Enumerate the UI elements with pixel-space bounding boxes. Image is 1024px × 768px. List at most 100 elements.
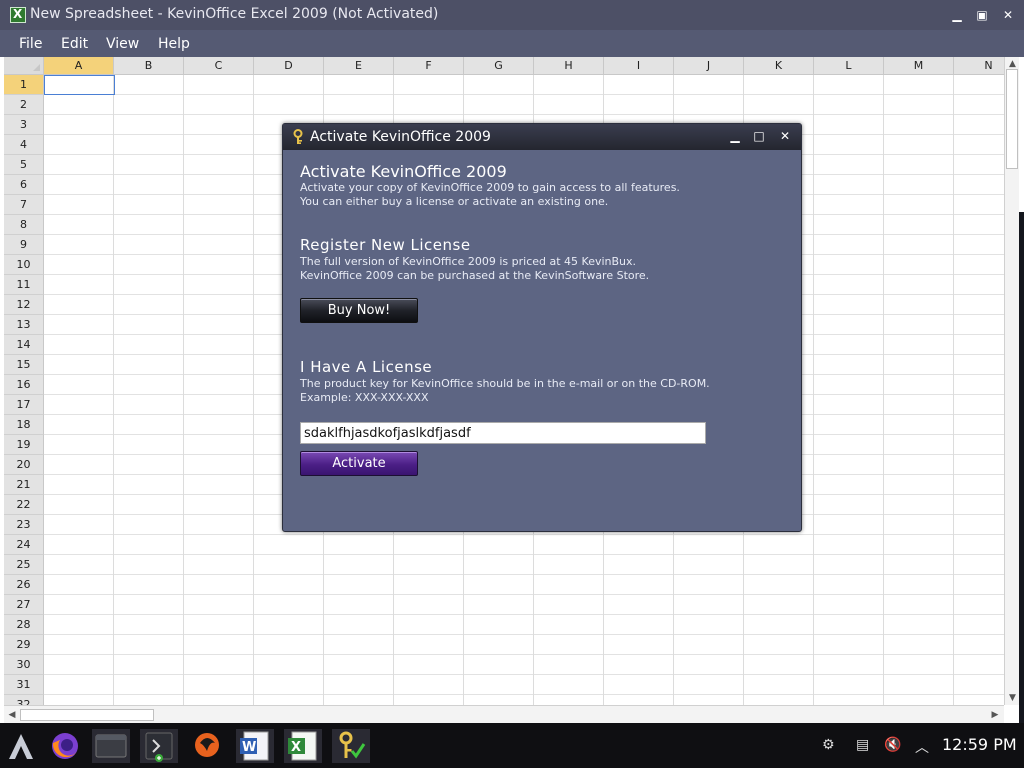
key-icon [293, 129, 303, 144]
row-header[interactable]: 4 [4, 135, 44, 155]
scroll-right-icon[interactable]: ▶ [988, 707, 1002, 723]
row-header[interactable]: 5 [4, 155, 44, 175]
column-header[interactable]: N [954, 57, 1004, 75]
taskbar: W X ⚙ ▤ 🔇 ︿ 12:59 PM [0, 723, 1024, 768]
dialog-maximize-button[interactable]: □ [751, 128, 767, 144]
column-header[interactable]: F [394, 57, 464, 75]
row-header[interactable]: 18 [4, 415, 44, 435]
svg-text:W: W [242, 740, 256, 755]
intro-line-2: You can either buy a license or activate… [300, 195, 609, 208]
column-header[interactable]: K [744, 57, 814, 75]
row-header[interactable]: 16 [4, 375, 44, 395]
row-header[interactable]: 14 [4, 335, 44, 355]
column-header[interactable]: G [464, 57, 534, 75]
row-header[interactable]: 6 [4, 175, 44, 195]
vertical-scrollbar[interactable]: ▲ ▼ [1004, 57, 1020, 705]
excel-icon[interactable]: X [284, 729, 322, 763]
clock[interactable]: 12:59 PM [942, 735, 1017, 754]
app-launcher-icon[interactable] [2, 729, 40, 763]
minimize-button[interactable]: ▁ [948, 6, 966, 24]
window-titlebar: New Spreadsheet - KevinOffice Excel 2009… [0, 0, 1024, 30]
file-manager-icon[interactable] [92, 729, 130, 763]
row-header[interactable]: 22 [4, 495, 44, 515]
column-header[interactable]: C [184, 57, 254, 75]
volume-muted-icon[interactable]: 🔇 [884, 737, 901, 753]
dialog-heading: Activate KevinOffice 2009 [300, 162, 507, 181]
menu-view[interactable]: View [106, 36, 139, 52]
row-header[interactable]: 12 [4, 295, 44, 315]
row-header[interactable]: 25 [4, 555, 44, 575]
row-header[interactable]: 7 [4, 195, 44, 215]
vertical-scroll-thumb[interactable] [1006, 69, 1018, 169]
scroll-left-icon[interactable]: ◀ [5, 707, 19, 723]
register-line-2: KevinOffice 2009 can be purchased at the… [300, 269, 650, 282]
close-button[interactable]: ✕ [999, 6, 1017, 24]
word-icon[interactable]: W [236, 729, 274, 763]
bird-app-icon[interactable] [188, 729, 226, 763]
register-heading: Register New License [300, 236, 471, 254]
row-header[interactable]: 3 [4, 115, 44, 135]
row-header[interactable]: 9 [4, 235, 44, 255]
active-cell-a1[interactable] [44, 75, 115, 95]
tray-expand-icon[interactable]: ︿ [915, 737, 929, 757]
row-header[interactable]: 8 [4, 215, 44, 235]
row-header[interactable]: 23 [4, 515, 44, 535]
column-header[interactable]: D [254, 57, 324, 75]
row-header[interactable]: 26 [4, 575, 44, 595]
column-header[interactable]: H [534, 57, 604, 75]
row-header[interactable]: 31 [4, 675, 44, 695]
maximize-button[interactable]: ▣ [973, 6, 991, 24]
dialog-close-button[interactable]: ✕ [777, 128, 793, 144]
horizontal-scroll-thumb[interactable] [20, 709, 154, 721]
row-header[interactable]: 32 [4, 695, 44, 705]
row-header[interactable]: 19 [4, 435, 44, 455]
row-header[interactable]: 1 [4, 75, 44, 95]
firefox-icon[interactable] [46, 729, 84, 763]
dialog-minimize-button[interactable]: ▁ [727, 128, 743, 144]
column-header[interactable]: A [44, 57, 114, 75]
select-all-corner[interactable] [4, 57, 44, 75]
buy-now-button[interactable]: Buy Now! [300, 298, 418, 323]
row-header[interactable]: 29 [4, 635, 44, 655]
license-line-1: The product key for KevinOffice should b… [300, 377, 710, 390]
row-header[interactable]: 17 [4, 395, 44, 415]
row-header[interactable]: 20 [4, 455, 44, 475]
column-header[interactable]: I [604, 57, 674, 75]
row-header[interactable]: 11 [4, 275, 44, 295]
svg-text:X: X [291, 740, 301, 755]
row-header[interactable]: 15 [4, 355, 44, 375]
network-icon[interactable]: ⚙ [822, 737, 835, 753]
column-header[interactable]: B [114, 57, 184, 75]
window-title: New Spreadsheet - KevinOffice Excel 2009… [30, 6, 439, 22]
clipboard-icon[interactable]: ▤ [856, 737, 869, 753]
column-header[interactable]: L [814, 57, 884, 75]
menu-edit[interactable]: Edit [61, 36, 88, 52]
scroll-down-icon[interactable]: ▼ [1005, 691, 1020, 705]
row-header[interactable]: 30 [4, 655, 44, 675]
activation-dialog: Activate KevinOffice 2009 ▁ □ ✕ Activate… [282, 123, 802, 532]
row-header[interactable]: 13 [4, 315, 44, 335]
register-line-1: The full version of KevinOffice 2009 is … [300, 255, 637, 268]
row-header[interactable]: 27 [4, 595, 44, 615]
key-activation-icon[interactable] [332, 729, 370, 763]
menu-file[interactable]: File [19, 36, 42, 52]
excel-app-icon [10, 7, 26, 23]
intro-line-1: Activate your copy of KevinOffice 2009 t… [300, 181, 680, 194]
row-header[interactable]: 10 [4, 255, 44, 275]
product-key-input[interactable] [300, 422, 706, 444]
column-header[interactable]: E [324, 57, 394, 75]
row-header[interactable]: 24 [4, 535, 44, 555]
dialog-title: Activate KevinOffice 2009 [310, 129, 491, 145]
license-line-2: Example: XXX-XXX-XXX [300, 391, 429, 404]
horizontal-scrollbar[interactable]: ◀ ▶ [4, 705, 1004, 724]
activate-button[interactable]: Activate [300, 451, 418, 476]
row-header[interactable]: 28 [4, 615, 44, 635]
menu-help[interactable]: Help [158, 36, 190, 52]
column-header[interactable]: M [884, 57, 954, 75]
column-header[interactable]: J [674, 57, 744, 75]
terminal-icon[interactable] [140, 729, 178, 763]
row-header[interactable]: 2 [4, 95, 44, 115]
license-heading: I Have A License [300, 358, 433, 376]
dialog-titlebar: Activate KevinOffice 2009 ▁ □ ✕ [283, 124, 801, 150]
row-header[interactable]: 21 [4, 475, 44, 495]
